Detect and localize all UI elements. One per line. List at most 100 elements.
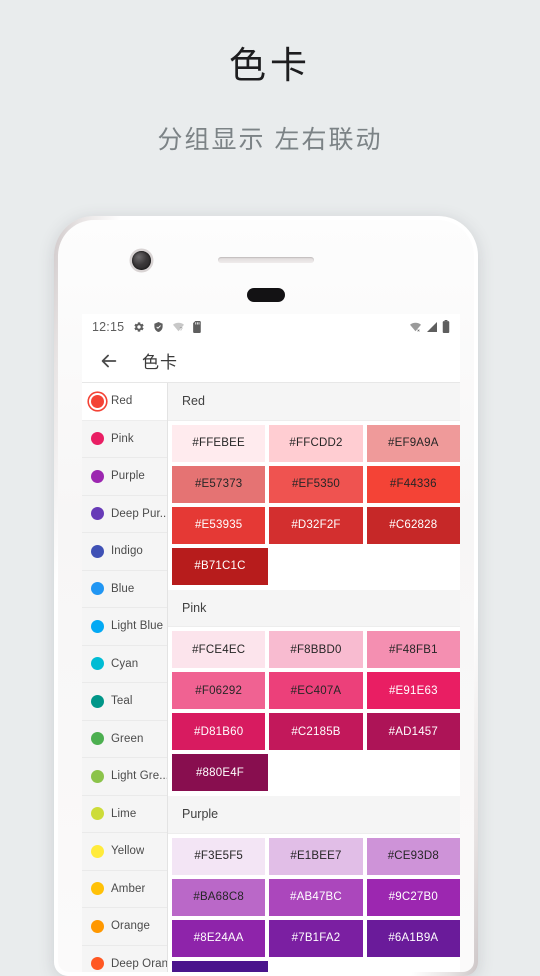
sidebar-item-label: Green (111, 732, 144, 745)
group-header: Pink (168, 589, 460, 627)
sidebar-item-label: Deep Pur... (111, 507, 167, 520)
color-swatch[interactable]: #C2185B (269, 713, 363, 750)
sidebar-item-green[interactable]: Green (82, 720, 167, 758)
sidebar-item-lime[interactable]: Lime (82, 795, 167, 833)
sidebar-item-cyan[interactable]: Cyan (82, 645, 167, 683)
group-header: Red (168, 383, 460, 421)
color-group-sidebar[interactable]: Red Pink Purple Deep Pur... Indigo Blue Light … (82, 383, 168, 972)
sensor-pill (247, 288, 285, 302)
promo-header: 色卡 分组显示 左右联动 (0, 0, 540, 156)
sidebar-item-label: Light Blue (111, 620, 164, 633)
color-swatch[interactable]: #E57373 (172, 465, 266, 503)
color-swatch[interactable]: #EF5350 (269, 465, 363, 503)
sidebar-item-indigo[interactable]: Indigo (82, 533, 167, 571)
swatch-row: #880E4F (168, 750, 460, 791)
sidebar-item-label: Orange (111, 920, 150, 933)
color-swatch[interactable]: #AB47BC (269, 878, 363, 916)
swatch-row: #FCE4EC #F8BBD0 #F48FB1 (168, 627, 460, 668)
sd-card-icon (193, 320, 202, 333)
color-swatch[interactable]: #F48FB1 (366, 631, 460, 668)
color-swatch[interactable]: #6A1B9A (366, 919, 460, 957)
gear-icon (133, 321, 145, 333)
color-swatch[interactable]: #FFCDD2 (269, 424, 363, 462)
color-swatch[interactable]: #880E4F (172, 754, 268, 791)
phone-body: 12:15 ? 色卡 Red Pink Purple Deep Pur... I… (58, 220, 474, 972)
color-dot-icon (91, 582, 104, 596)
color-swatch[interactable]: #AD1457 (366, 713, 460, 750)
sidebar-item-orange[interactable]: Orange (82, 908, 167, 946)
color-dot-icon (91, 544, 104, 558)
sidebar-item-label: Pink (111, 432, 134, 445)
sidebar-item-label: Yellow (111, 845, 145, 858)
sidebar-item-deep-pur[interactable]: Deep Pur... (82, 495, 167, 533)
sidebar-item-label: Lime (111, 807, 137, 820)
back-arrow-icon[interactable] (98, 350, 120, 372)
phone-top-bezel (58, 220, 474, 302)
battery-icon (442, 320, 450, 333)
sidebar-item-purple[interactable]: Purple (82, 458, 167, 496)
color-dot-icon (91, 469, 104, 483)
sidebar-item-light-gre[interactable]: Light Gre... (82, 758, 167, 796)
swatch-row: #8E24AA #7B1FA2 #6A1B9A (168, 916, 460, 957)
color-swatch[interactable]: #D81B60 (172, 713, 266, 750)
phone-device-frame: 12:15 ? 色卡 Red Pink Purple Deep Pur... I… (54, 216, 478, 976)
group-header: Purple (168, 796, 460, 834)
color-swatch[interactable]: #B71C1C (172, 547, 268, 585)
sidebar-item-yellow[interactable]: Yellow (82, 833, 167, 871)
swatch-row: #E53935 #D32F2F #C62828 (168, 503, 460, 544)
color-swatch[interactable]: #D32F2F (269, 506, 363, 544)
color-swatch[interactable]: #EF9A9A (366, 424, 460, 462)
sidebar-item-blue[interactable]: Blue (82, 570, 167, 608)
swatch-row: #D81B60 #C2185B #AD1457 (168, 709, 460, 750)
color-swatch[interactable]: #E91E63 (366, 672, 460, 709)
color-swatch[interactable]: #4A148C (172, 960, 268, 972)
swatch-row: #BA68C8 #AB47BC #9C27B0 (168, 875, 460, 916)
color-swatch[interactable]: #EC407A (269, 672, 363, 709)
color-swatch[interactable]: #F44336 (366, 465, 460, 503)
color-swatch[interactable]: #F3E5F5 (172, 837, 266, 875)
color-dot-icon (91, 957, 104, 971)
color-swatch[interactable]: #FCE4EC (172, 631, 266, 668)
sidebar-item-red[interactable]: Red (82, 383, 167, 421)
earpiece-speaker (218, 257, 314, 263)
sidebar-item-pink[interactable]: Pink (82, 420, 167, 458)
color-dot-icon (91, 432, 104, 446)
sidebar-item-label: Purple (111, 470, 145, 483)
sidebar-item-deep-orange[interactable]: Deep Orange (82, 945, 167, 972)
color-dot-icon (91, 657, 104, 671)
color-dot-icon (91, 507, 104, 521)
color-swatch[interactable]: #BA68C8 (172, 878, 266, 916)
color-dot-icon (91, 844, 104, 858)
page-title: 色卡 (229, 45, 311, 86)
phone-screen: 12:15 ? 色卡 Red Pink Purple Deep Pur... I… (82, 314, 460, 972)
shield-icon (153, 321, 164, 333)
swatch-row: #B71C1C (168, 544, 460, 585)
sidebar-item-label: Indigo (111, 545, 143, 558)
color-dot-icon (91, 807, 104, 821)
sidebar-item-teal[interactable]: Teal (82, 683, 167, 721)
color-swatch-panel[interactable]: Red #FFEBEE #FFCDD2 #EF9A9A #E57373 #EF5350 #F… (168, 383, 460, 972)
sidebar-item-light-blue[interactable]: Light Blue (82, 608, 167, 646)
color-swatch[interactable]: #9C27B0 (366, 878, 460, 916)
color-swatch[interactable]: #C62828 (366, 506, 460, 544)
swatch-row: #E57373 #EF5350 #F44336 (168, 462, 460, 503)
swatch-row: #F06292 #EC407A #E91E63 (168, 668, 460, 709)
content-split: Red Pink Purple Deep Pur... Indigo Blue Light … (82, 383, 460, 972)
color-swatch[interactable]: #F06292 (172, 672, 266, 709)
color-swatch[interactable]: #FFEBEE (172, 424, 266, 462)
app-bar: 色卡 (82, 339, 460, 383)
color-swatch[interactable]: #E53935 (172, 506, 266, 544)
color-swatch[interactable]: #F8BBD0 (269, 631, 363, 668)
sidebar-item-label: Amber (111, 882, 146, 895)
color-swatch[interactable]: #8E24AA (172, 919, 266, 957)
color-dot-icon (91, 394, 104, 408)
svg-text:?: ? (180, 327, 183, 333)
sidebar-item-label: Cyan (111, 657, 139, 670)
wifi-icon (409, 321, 422, 333)
color-swatch[interactable]: #7B1FA2 (269, 919, 363, 957)
color-swatch[interactable]: #E1BEE7 (269, 837, 363, 875)
color-dot-icon (91, 919, 104, 933)
signal-icon (426, 321, 438, 333)
color-swatch[interactable]: #CE93D8 (366, 837, 460, 875)
sidebar-item-amber[interactable]: Amber (82, 870, 167, 908)
